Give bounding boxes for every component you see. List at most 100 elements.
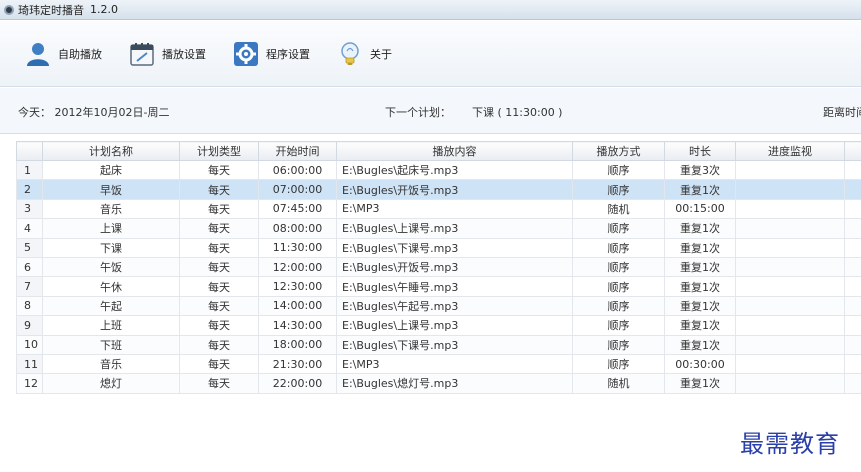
table-cell (844, 373, 861, 394)
table-cell: E:\Bugles\开饭号.mp3 (336, 256, 573, 278)
column-header[interactable]: 进度监视 (735, 141, 845, 161)
table-cell: 重复1次 (664, 276, 736, 297)
table-cell: 00:15:00 (664, 198, 736, 220)
table-cell (844, 276, 861, 297)
table-cell: 顺序 (572, 353, 665, 375)
table-cell (735, 218, 845, 239)
table-cell: E:\Bugles\上课号.mp3 (336, 218, 573, 239)
table-cell (844, 353, 861, 375)
table-cell: 每天 (179, 276, 259, 297)
about-label: 关于 (370, 47, 392, 61)
program-settings-button[interactable]: 程序设置 (232, 40, 310, 68)
table-cell: 音乐 (42, 353, 180, 375)
table-cell: 每天 (179, 218, 259, 239)
table-cell: 9 (16, 315, 43, 336)
table-cell: 22:00:00 (258, 373, 337, 394)
table-cell (844, 334, 861, 355)
column-header[interactable]: 开始时间 (258, 141, 337, 161)
table-cell: 12 (16, 373, 43, 394)
table-cell (735, 237, 845, 258)
table-cell (735, 373, 845, 394)
table-cell: 上课 (42, 218, 180, 239)
table-cell: 07:00:00 (258, 179, 337, 200)
table-cell (735, 198, 845, 220)
table-cell (735, 295, 845, 317)
title-bar: 琦玮定时播音 1.2.0 (0, 0, 861, 20)
table-cell: E:\Bugles\午睡号.mp3 (336, 276, 573, 297)
about-button[interactable]: 关于 (336, 40, 392, 68)
table-cell: 重复3次 (664, 159, 736, 181)
table-cell: 顺序 (572, 276, 665, 297)
table-row[interactable]: 4 上课 每天 08:00:00 E:\Bugles\上课号.mp3 顺序 重复1次 (16, 218, 861, 239)
table-cell: 08:00:00 (258, 218, 337, 239)
settings-icon (232, 40, 260, 68)
table-cell: 14:30:00 (258, 315, 337, 336)
table-row[interactable]: 5 下课 每天 11:30:00 E:\Bugles\下课号.mp3 顺序 重复1次 (16, 237, 861, 258)
table-cell: 5 (16, 237, 43, 258)
column-header[interactable]: 播放方式 (572, 141, 665, 161)
toolbar: 自助播放 播放设置 程序设置 关于 (0, 21, 861, 87)
table-cell (844, 159, 861, 181)
column-header[interactable]: 计划名称 (42, 141, 180, 161)
table-cell: 3 (16, 198, 43, 220)
column-header[interactable]: 时长 (664, 141, 736, 161)
table-cell: 每天 (179, 295, 259, 317)
table-cell: 每天 (179, 315, 259, 336)
app-version: 1.2.0 (90, 3, 118, 16)
table-row[interactable]: 12 熄灯 每天 22:00:00 E:\Bugles\熄灯号.mp3 随机 重复1次 (16, 373, 861, 394)
table-cell: 午起 (42, 295, 180, 317)
table-cell: 重复1次 (664, 237, 736, 258)
column-header (844, 141, 861, 161)
table-cell: 重复1次 (664, 295, 736, 317)
table-cell (844, 295, 861, 317)
app-logo-icon (4, 4, 14, 15)
table-cell: 重复1次 (664, 334, 736, 355)
table-row[interactable]: 7 午休 每天 12:30:00 E:\Bugles\午睡号.mp3 顺序 重复1次 (16, 276, 861, 297)
table-cell: E:\Bugles\上课号.mp3 (336, 315, 573, 336)
table-cell: 每天 (179, 179, 259, 200)
self-play-button[interactable]: 自助播放 (24, 40, 102, 68)
table-cell: 顺序 (572, 256, 665, 278)
play-settings-button[interactable]: 播放设置 (128, 40, 206, 68)
table-row[interactable]: 9 上班 每天 14:30:00 E:\Bugles\上课号.mp3 顺序 重复1次 (16, 315, 861, 336)
table-cell: 随机 (572, 198, 665, 220)
table-cell: 06:00:00 (258, 159, 337, 181)
table-row[interactable]: 10 下班 每天 18:00:00 E:\Bugles\下课号.mp3 顺序 重复1次 (16, 334, 861, 355)
table-cell: 7 (16, 276, 43, 297)
table-row[interactable]: 6 午饭 每天 12:00:00 E:\Bugles\开饭号.mp3 顺序 重复1次 (16, 256, 861, 278)
table-cell: 顺序 (572, 218, 665, 239)
column-header (16, 141, 43, 161)
time-remaining-label: 距离时间 (823, 106, 861, 119)
table-cell (844, 256, 861, 278)
table-cell: E:\Bugles\开饭号.mp3 (336, 179, 573, 200)
table-cell: 顺序 (572, 295, 665, 317)
table-cell (735, 353, 845, 375)
today-date: 今天： 2012年10月02日-周二 (18, 106, 170, 119)
table-cell: 1 (16, 159, 43, 181)
play-settings-label: 播放设置 (162, 47, 206, 61)
calendar-icon (128, 40, 156, 68)
table-row[interactable]: 1 起床 每天 06:00:00 E:\Bugles\起床号.mp3 顺序 重复3次 (16, 159, 861, 181)
table-cell: 午休 (42, 276, 180, 297)
table-cell (735, 179, 845, 200)
table-cell: 12:00:00 (258, 256, 337, 278)
column-header[interactable]: 播放内容 (336, 141, 573, 161)
table-header: 计划名称 计划类型 开始时间 播放内容 播放方式 时长 进度监视 (16, 141, 861, 161)
table-cell: 重复1次 (664, 218, 736, 239)
table-cell: E:\Bugles\下课号.mp3 (336, 237, 573, 258)
table-cell (735, 315, 845, 336)
table-cell: 每天 (179, 237, 259, 258)
table-cell: 每天 (179, 256, 259, 278)
table-cell: 早饭 (42, 179, 180, 200)
table-cell (844, 315, 861, 336)
table-row[interactable]: 11 音乐 每天 21:30:00 E:\MP3 顺序 00:30:00 (16, 353, 861, 375)
column-header[interactable]: 计划类型 (179, 141, 259, 161)
table-cell: 顺序 (572, 179, 665, 200)
table-row[interactable]: 3 音乐 每天 07:45:00 E:\MP3 随机 00:15:00 (16, 198, 861, 220)
table-row[interactable]: 2 早饭 每天 07:00:00 E:\Bugles\开饭号.mp3 顺序 重复1次 (16, 179, 861, 200)
table-cell: 6 (16, 256, 43, 278)
table-row[interactable]: 8 午起 每天 14:00:00 E:\Bugles\午起号.mp3 顺序 重复1次 (16, 295, 861, 317)
table-cell (735, 159, 845, 181)
table-cell: 12:30:00 (258, 276, 337, 297)
table-cell: 顺序 (572, 237, 665, 258)
